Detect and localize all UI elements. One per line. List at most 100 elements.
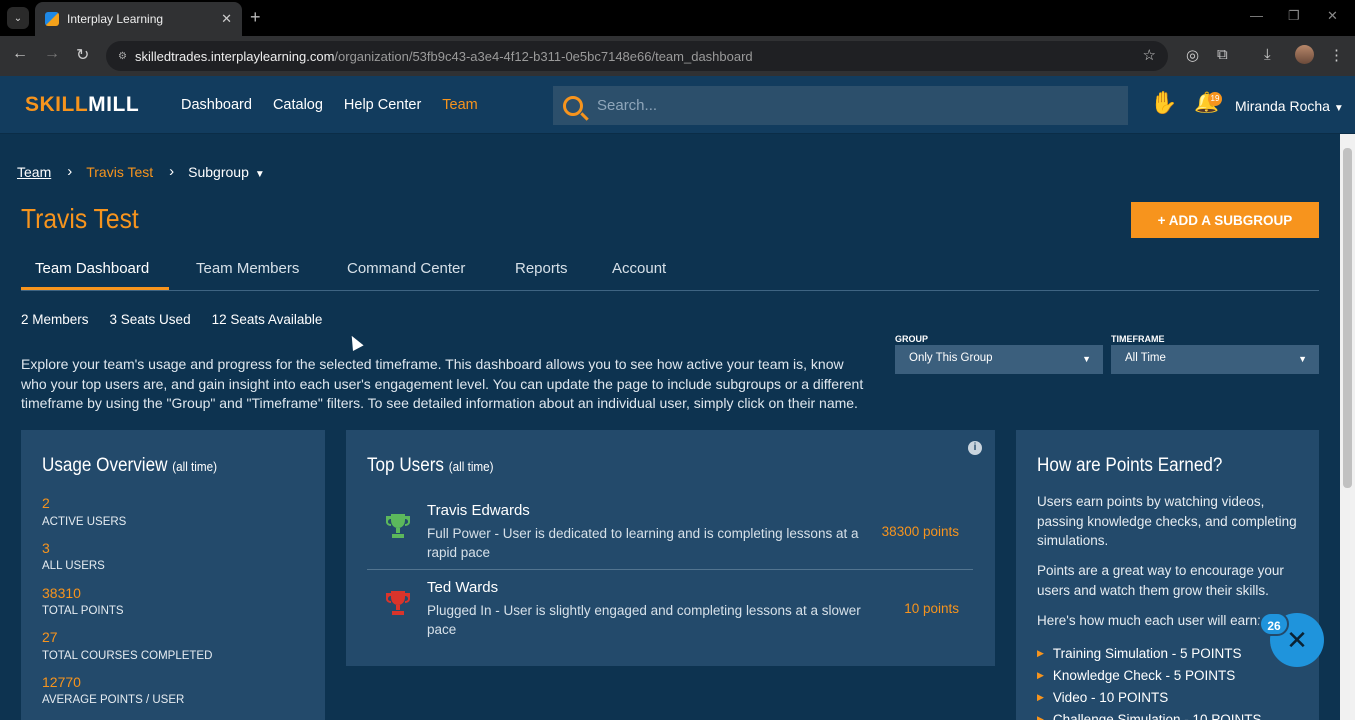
bookmark-star-icon[interactable]: ☆: [1143, 46, 1156, 64]
all-users-value: 3: [42, 540, 50, 556]
page-scrollbar[interactable]: [1340, 134, 1355, 720]
top-users-title: Top Users (all time): [367, 455, 494, 476]
list-item: ▶ Training Simulation - 5 POINTS: [1037, 645, 1242, 661]
skillmill-logo[interactable]: SKILLMILL: [25, 93, 139, 117]
top-user-row[interactable]: Ted Wards Plugged In - User is slightly …: [367, 579, 973, 639]
add-subgroup-button[interactable]: + ADD A SUBGROUP: [1131, 202, 1319, 238]
timeframe-label: TIMEFRAME: [1111, 334, 1165, 344]
back-icon[interactable]: ←: [12, 45, 28, 63]
user-engagement-desc: Plugged In - User is slightly engaged an…: [427, 603, 861, 637]
browser-tab[interactable]: Interplay Learning ✕: [35, 2, 242, 36]
bullet-icon: ▶: [1037, 669, 1044, 680]
members-count: 2 Members: [21, 312, 89, 327]
scrollbar-thumb[interactable]: [1343, 148, 1352, 488]
nav-catalog[interactable]: Catalog: [273, 97, 323, 113]
reload-icon[interactable]: ↻: [76, 45, 89, 65]
seats-available: 12 Seats Available: [211, 312, 323, 327]
user-engagement-desc: Full Power - User is dedicated to learni…: [427, 526, 859, 560]
tab-search-button[interactable]: ⌄: [7, 7, 29, 29]
mouse-cursor-icon: [346, 333, 364, 351]
tab-team-members[interactable]: Team Members: [196, 260, 299, 277]
wrench-screwdriver-icon: ✕: [1286, 624, 1308, 655]
active-users-value: 2: [42, 495, 50, 511]
subgroup-dropdown[interactable]: Subgroup ▼: [188, 164, 265, 180]
bullet-icon: ▶: [1037, 691, 1044, 702]
top-user-row[interactable]: Travis Edwards Full Power - User is dedi…: [367, 502, 973, 562]
team-stats: 2 Members 3 Seats Used 12 Seats Availabl…: [21, 312, 322, 327]
extension-icon[interactable]: ◎: [1186, 46, 1199, 64]
points-info-card: How are Points Earned? Users earn points…: [1016, 430, 1319, 720]
chevron-right-icon: ›: [67, 163, 73, 180]
app-header: SKILLMILL Dashboard Catalog Help Center …: [0, 76, 1355, 134]
fab-badge: 26: [1259, 612, 1289, 636]
tab-close-icon[interactable]: ✕: [221, 11, 232, 27]
tab-account[interactable]: Account: [612, 260, 666, 277]
trophy-icon: [386, 514, 410, 538]
chevron-right-icon: ›: [169, 163, 175, 180]
list-item: ▶ Knowledge Check - 5 POINTS: [1037, 667, 1236, 683]
url-path: /organization/53fb9c43-a3e4-4f12-b311-0e…: [334, 48, 753, 64]
site-info-icon[interactable]: ⚙: [118, 51, 127, 62]
breadcrumb-team[interactable]: Team: [17, 164, 51, 180]
breadcrumb: Team › Travis Test › Subgroup ▼: [17, 163, 265, 180]
url-field[interactable]: ⚙ skilledtrades.interplaylearning.com /o…: [106, 41, 1168, 71]
main-nav: Dashboard Catalog Help Center Team: [181, 97, 478, 113]
browser-tab-bar: ⌄ Interplay Learning ✕ + — ❐ ✕: [0, 0, 1355, 36]
active-tab-indicator: [21, 287, 169, 290]
points-info-p2: Points are a great way to encourage your…: [1037, 563, 1284, 598]
minimize-icon[interactable]: —: [1250, 8, 1263, 23]
extensions-puzzle-icon[interactable]: ⧉: [1217, 46, 1228, 63]
browser-profile-avatar[interactable]: [1295, 45, 1314, 64]
top-users-card: Top Users (all time) i Travis Edwards Fu…: [346, 430, 995, 666]
timeframe-select[interactable]: All Time ▼: [1111, 345, 1319, 374]
dashboard-tabs: Team Dashboard Team Members Command Cent…: [21, 248, 1319, 291]
average-points-value: 12770: [42, 674, 81, 690]
points-list: ▶ Training Simulation - 5 POINTS ▶ Knowled…: [1037, 642, 1262, 720]
browser-menu-icon[interactable]: ⋮: [1329, 46, 1344, 64]
row-divider: [367, 569, 973, 570]
tab-team-dashboard[interactable]: Team Dashboard: [35, 260, 149, 277]
trophy-icon: [386, 591, 410, 615]
window-close-icon[interactable]: ✕: [1327, 8, 1338, 24]
favicon-icon: [45, 12, 59, 26]
nav-team[interactable]: Team: [442, 97, 477, 113]
nav-help-center[interactable]: Help Center: [344, 97, 421, 113]
user-points: 10 points: [904, 601, 959, 616]
courses-completed-value: 27: [42, 629, 58, 645]
restore-icon[interactable]: ❐: [1288, 8, 1300, 24]
dashboard-intro: Explore your team's usage and progress f…: [21, 356, 864, 411]
active-users-label: ACTIVE USERS: [42, 516, 127, 528]
tab-reports[interactable]: Reports: [515, 260, 568, 277]
group-select[interactable]: Only This Group ▼: [895, 345, 1103, 374]
info-icon[interactable]: i: [968, 441, 982, 455]
user-points: 38300 points: [881, 524, 959, 539]
forward-icon[interactable]: →: [44, 45, 60, 63]
total-points-label: TOTAL POINTS: [42, 605, 124, 617]
nav-dashboard[interactable]: Dashboard: [181, 97, 252, 113]
user-menu[interactable]: Miranda Rocha ▼: [1235, 98, 1344, 114]
download-icon[interactable]: ⤓: [1264, 46, 1271, 63]
user-name: Miranda Rocha: [1235, 98, 1330, 114]
tab-command-center[interactable]: Command Center: [347, 260, 465, 277]
total-points-value: 38310: [42, 585, 81, 601]
bullet-icon: ▶: [1037, 713, 1044, 720]
browser-address-bar: ← → ↻ ⚙ skilledtrades.interplaylearning.…: [0, 36, 1355, 76]
courses-completed-label: TOTAL COURSES COMPLETED: [42, 650, 213, 662]
tools-icon[interactable]: ✋: [1150, 90, 1177, 116]
search-input[interactable]: Search...: [553, 86, 1128, 125]
average-points-label: AVERAGE POINTS / USER: [42, 694, 185, 706]
user-name-link[interactable]: Ted Wards: [427, 579, 498, 596]
seats-used: 3 Seats Used: [109, 312, 191, 327]
search-placeholder: Search...: [597, 97, 658, 114]
user-name-link[interactable]: Travis Edwards: [427, 502, 530, 519]
list-item: ▶ Challenge Simulation - 10 POINTS: [1037, 708, 1262, 720]
caret-down-icon: ▼: [254, 168, 265, 180]
new-tab-icon[interactable]: +: [250, 7, 261, 28]
breadcrumb-current[interactable]: Travis Test: [86, 164, 153, 180]
tab-title: Interplay Learning: [67, 12, 164, 26]
notification-badge: 19: [1208, 92, 1222, 106]
search-icon: [563, 95, 583, 116]
group-label: GROUP: [895, 334, 929, 344]
page-title: Travis Test: [21, 203, 139, 234]
list-item: ▶ Video - 10 POINTS: [1037, 689, 1169, 705]
